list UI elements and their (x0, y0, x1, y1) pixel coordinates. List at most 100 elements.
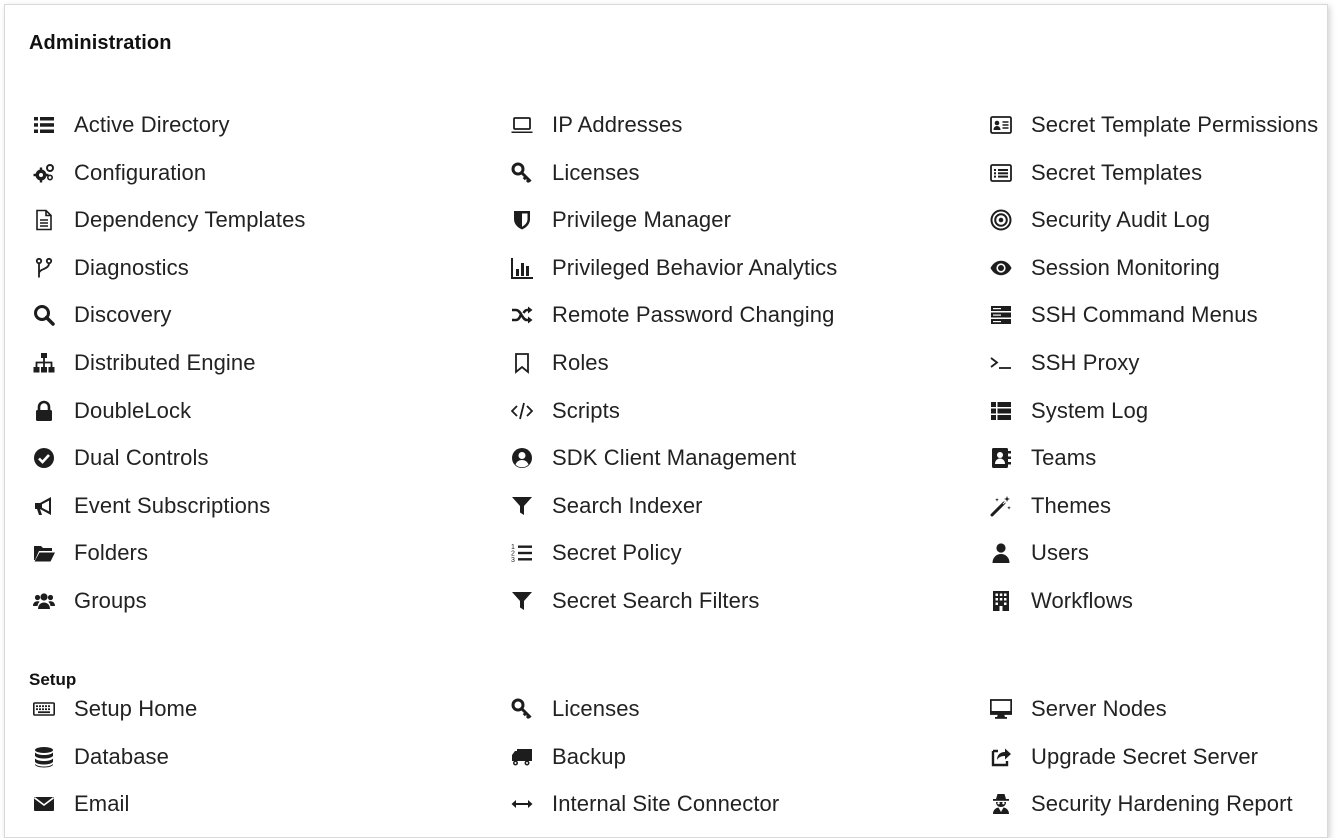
menu-item-label: Diagnostics (74, 254, 189, 280)
menu-item-label: Session Monitoring (1031, 254, 1220, 280)
menu-item-label: SSH Proxy (1031, 350, 1140, 375)
bookmark-icon (511, 352, 533, 374)
eye-icon (990, 257, 1012, 279)
admin-link-search-indexer[interactable]: Search Indexer (511, 491, 703, 521)
setup-link-internal-site-connector[interactable]: Internal Site Connector (511, 789, 779, 819)
th-list-icon (990, 400, 1012, 422)
setup-link-database[interactable]: Database (33, 742, 169, 772)
admin-link-dependency-templates[interactable]: Dependency Templates (33, 205, 306, 235)
menu-item-label: Groups (74, 588, 147, 613)
menu-item-label: Secret Templates (1031, 159, 1203, 185)
menu-item-label: Search Indexer (552, 492, 703, 518)
menu-item-label: Security Hardening Report (1031, 791, 1293, 817)
admin-link-workflows[interactable]: Workflows (990, 586, 1133, 616)
list-alt-icon (990, 162, 1012, 184)
admin-link-teams[interactable]: Teams (990, 443, 1096, 473)
keyboard-icon (33, 698, 55, 720)
menu-item-label: SDK Client Management (552, 445, 797, 471)
list-icon (33, 114, 55, 136)
menu-item-label: Distributed Engine (74, 350, 256, 375)
menu-item-label: IP Addresses (552, 112, 683, 137)
admin-link-remote-password-changing[interactable]: Remote Password Changing (511, 300, 834, 330)
admin-link-secret-policy[interactable]: 1 2 3 Secret Policy (511, 538, 682, 568)
menu-item-label: Secret Search Filters (552, 588, 760, 613)
page-title: Administration (29, 32, 172, 54)
admin-link-sdk-client-management[interactable]: SDK Client Management (511, 443, 796, 473)
envelope-icon (33, 793, 55, 815)
admin-link-privileged-behavior-analytics[interactable]: Privileged Behavior Analytics (511, 253, 837, 283)
menu-item-label: Setup Home (74, 696, 198, 721)
setup-link-security-hardening-report[interactable]: Security Hardening Report (990, 789, 1293, 819)
admin-link-groups[interactable]: Groups (33, 586, 147, 616)
admin-link-system-log[interactable]: System Log (990, 396, 1148, 426)
menu-item-label: Remote Password Changing (552, 302, 835, 328)
users-icon (33, 590, 55, 612)
menu-item-label: Privileged Behavior Analytics (552, 254, 838, 280)
admin-link-themes[interactable]: Themes (990, 491, 1111, 521)
key-icon (511, 162, 533, 184)
svg-text:3: 3 (511, 557, 515, 564)
admin-link-doublelock[interactable]: DoubleLock (33, 396, 191, 426)
megaphone-icon (33, 495, 55, 517)
admin-link-scripts[interactable]: Scripts (511, 396, 620, 426)
filter-icon (511, 590, 533, 612)
admin-link-folders[interactable]: Folders (33, 538, 148, 568)
admin-link-privilege-manager[interactable]: Privilege Manager (511, 205, 731, 235)
menu-item-label: Database (74, 743, 169, 769)
setup-link-licenses[interactable]: Licenses (511, 694, 640, 724)
setup-link-upgrade-secret-server[interactable]: Upgrade Secret Server (990, 742, 1258, 772)
admin-link-secret-search-filters[interactable]: Secret Search Filters (511, 586, 760, 616)
menu-item-label: Workflows (1031, 588, 1133, 613)
setup-link-email[interactable]: Email (33, 789, 130, 819)
administration-panel: Administration Active Directory Configura… (4, 4, 1328, 838)
menu-item-label: Upgrade Secret Server (1031, 743, 1259, 769)
admin-link-secret-template-permissions[interactable]: Secret Template Permissions (990, 110, 1318, 140)
address-book-icon (990, 447, 1012, 469)
menu-item-label: System Log (1031, 397, 1149, 423)
admin-link-configuration[interactable]: Configuration (33, 158, 206, 188)
menu-item-label: Roles (552, 350, 609, 375)
admin-link-secret-templates[interactable]: Secret Templates (990, 158, 1202, 188)
menu-item-label: Email (74, 791, 130, 817)
admin-link-discovery[interactable]: Discovery (33, 300, 171, 330)
menu-item-label: SSH Command Menus (1031, 302, 1258, 328)
admin-link-session-monitoring[interactable]: Session Monitoring (990, 253, 1220, 283)
admin-link-dual-controls[interactable]: Dual Controls (33, 443, 209, 473)
menu-item-label: Security Audit Log (1031, 207, 1211, 233)
numbered-list-icon: 123 (511, 542, 533, 564)
setup-link-server-nodes[interactable]: Server Nodes (990, 694, 1167, 724)
menu-item-label: Scripts (552, 397, 620, 423)
menu-item-label: Discovery (74, 302, 172, 328)
cogs-icon (33, 162, 55, 184)
user-secret-icon (990, 793, 1012, 815)
user-circle-icon (511, 447, 533, 469)
setup-link-setup-home[interactable]: Setup Home (33, 694, 197, 724)
admin-link-ip-addresses[interactable]: IP Addresses (511, 110, 682, 140)
admin-link-distributed-engine[interactable]: Distributed Engine (33, 348, 256, 378)
user-icon (990, 542, 1012, 564)
truck-icon (511, 746, 533, 768)
menu-item-label: Event Subscriptions (74, 492, 271, 518)
admin-link-users[interactable]: Users (990, 538, 1089, 568)
bar-chart-icon (511, 257, 533, 279)
menu-item-label: Server Nodes (1031, 696, 1167, 721)
setup-section-title: Setup (29, 670, 77, 689)
admin-link-event-subscriptions[interactable]: Event Subscriptions (33, 491, 270, 521)
admin-link-roles[interactable]: Roles (511, 348, 609, 378)
admin-link-security-audit-log[interactable]: Security Audit Log (990, 205, 1210, 235)
admin-link-ssh-command-menus[interactable]: SSH Command Menus (990, 300, 1258, 330)
building-icon (990, 590, 1012, 612)
admin-link-active-directory[interactable]: Active Directory (33, 110, 230, 140)
menu-item-label: Configuration (74, 159, 207, 185)
menu-item-label: Secret Policy (552, 540, 682, 566)
admin-link-ssh-proxy[interactable]: SSH Proxy (990, 348, 1139, 378)
admin-link-diagnostics[interactable]: Diagnostics (33, 253, 189, 283)
terminal-icon (990, 352, 1012, 374)
folder-open-icon (33, 542, 55, 564)
setup-link-backup[interactable]: Backup (511, 742, 626, 772)
magic-wand-icon (990, 495, 1012, 517)
admin-link-licenses[interactable]: Licenses (511, 158, 640, 188)
share-icon (990, 746, 1012, 768)
menu-item-label: Secret Template Permissions (1031, 112, 1319, 137)
menu-item-label: Dual Controls (74, 445, 209, 471)
